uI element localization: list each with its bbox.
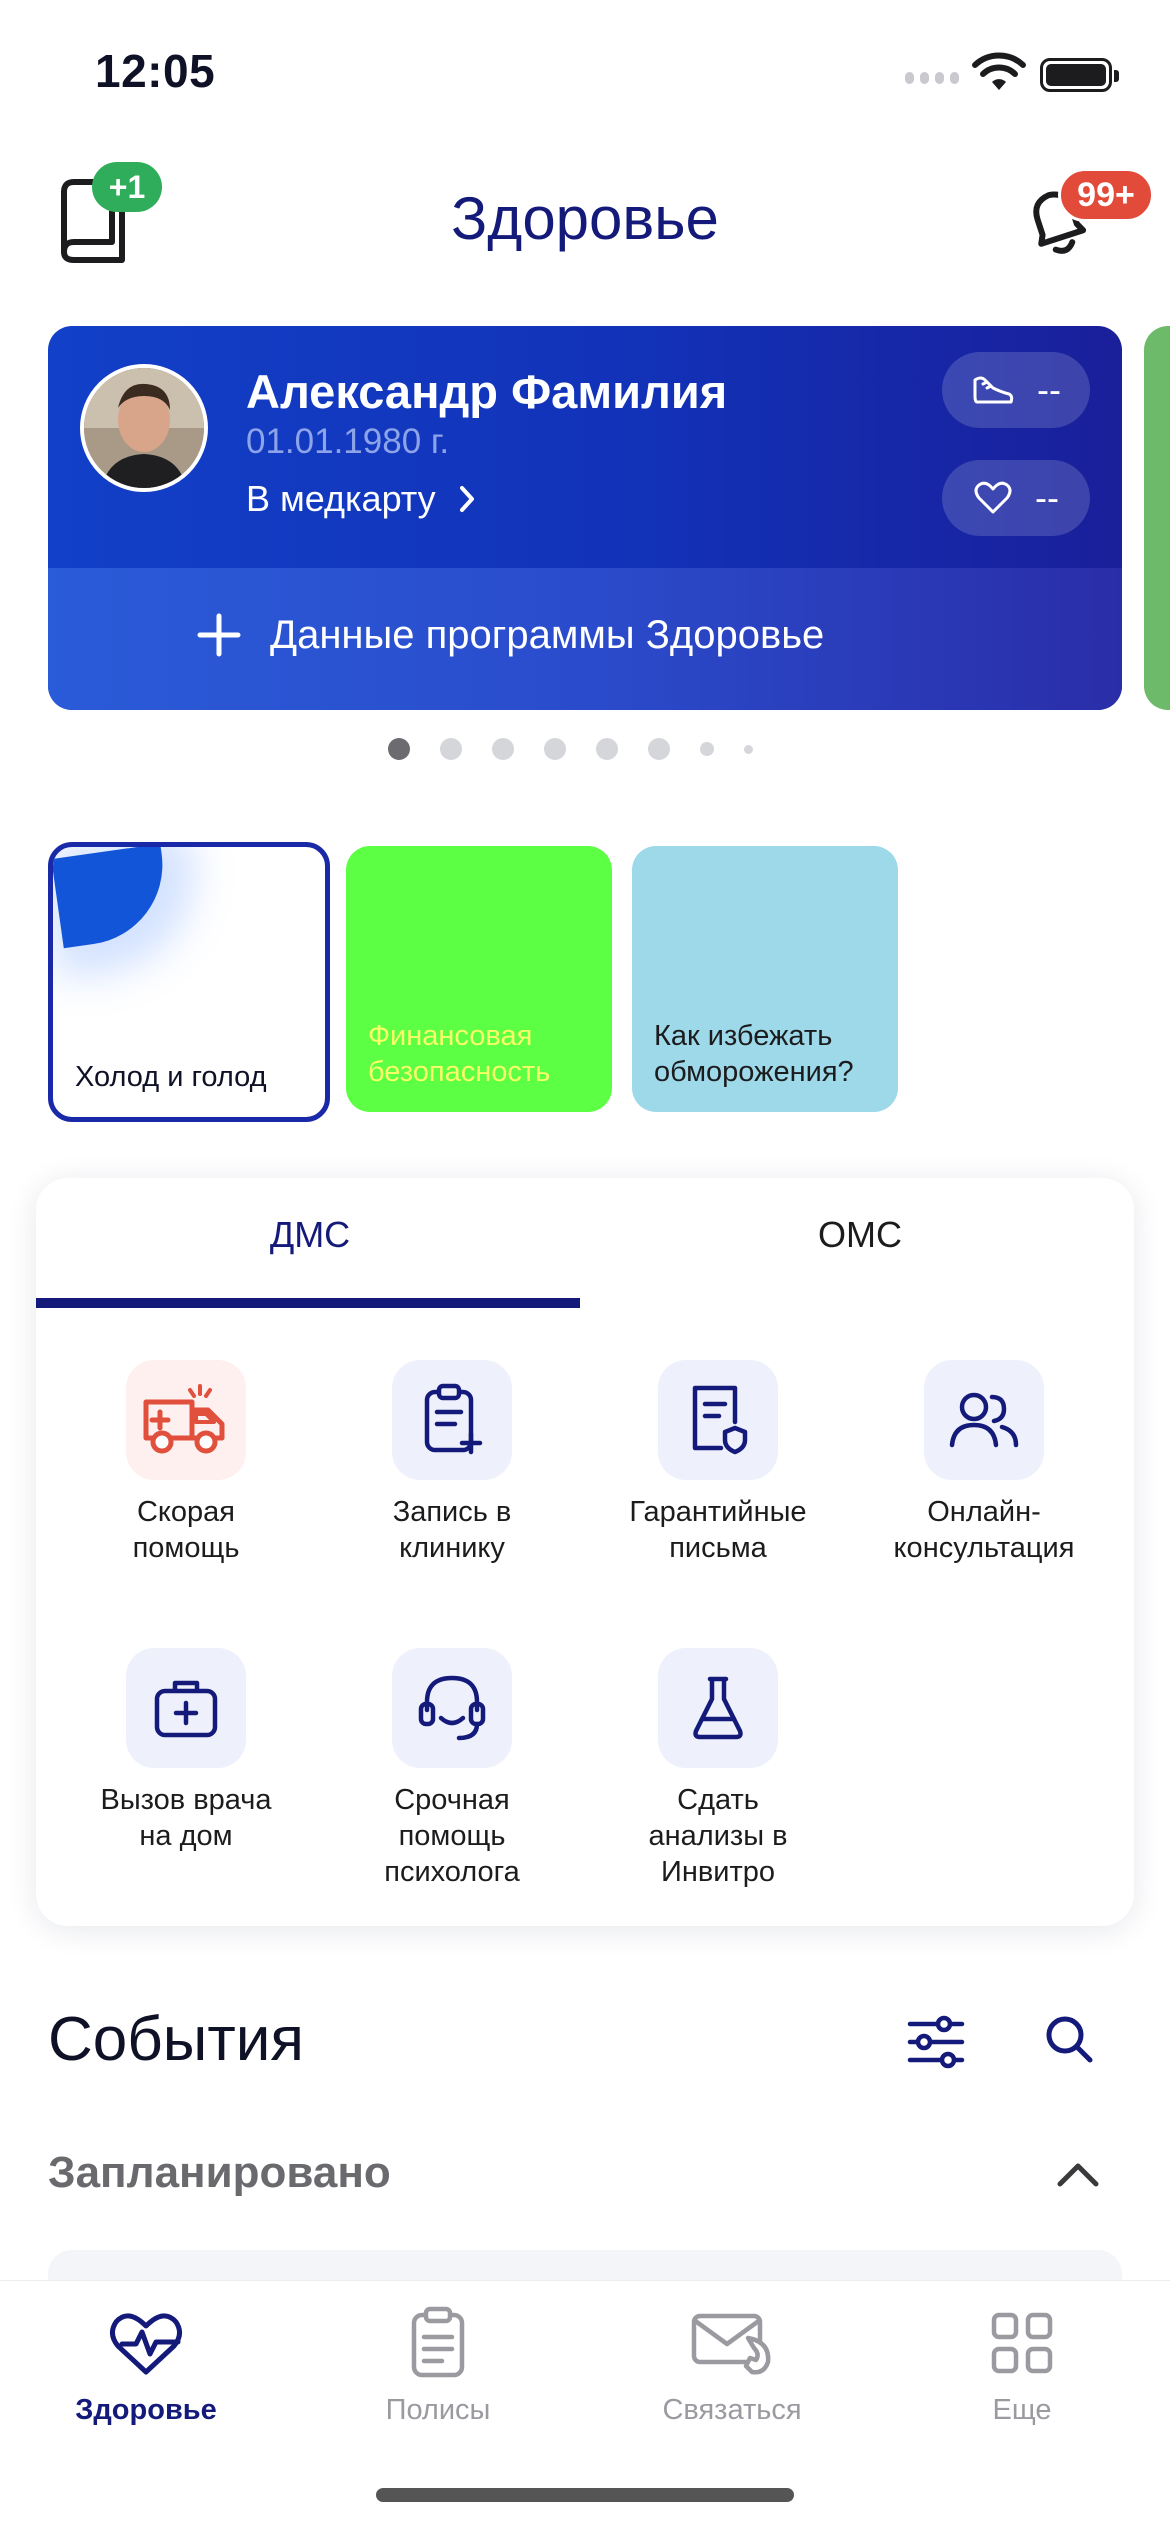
service-label: Сдать анализы в Инвитро bbox=[648, 1784, 788, 1888]
document-shield-icon bbox=[658, 1360, 778, 1480]
sliders-icon bbox=[907, 2015, 965, 2069]
chevron-up-icon bbox=[1057, 2163, 1099, 2187]
story-card[interactable]: Как избежать обморожения? bbox=[632, 846, 898, 1112]
next-card-peek[interactable] bbox=[1144, 326, 1170, 710]
wifi-icon bbox=[972, 52, 1026, 90]
service-label: Срочная помощь психолога bbox=[384, 1784, 520, 1888]
search-button[interactable] bbox=[1040, 2010, 1100, 2075]
user-name: Александр Фамилия bbox=[246, 365, 728, 418]
steps-metric[interactable]: -- bbox=[942, 352, 1090, 428]
grid-icon bbox=[991, 2312, 1053, 2374]
ambulance-icon bbox=[126, 1360, 246, 1480]
tab-oms[interactable]: ОМС bbox=[590, 1214, 1130, 1256]
cellular-signal-icon bbox=[905, 72, 959, 86]
story-caption: Холод и голод bbox=[75, 1061, 267, 1093]
battery-icon bbox=[1040, 58, 1119, 92]
page-dot[interactable] bbox=[440, 738, 462, 760]
heart-icon bbox=[974, 481, 1012, 514]
page-dot[interactable] bbox=[388, 738, 410, 760]
nav-policies[interactable]: Полисы bbox=[328, 2298, 548, 2427]
guarantee-letters-service[interactable]: Гарантийные письма bbox=[598, 1360, 838, 1566]
status-time: 12:05 bbox=[95, 45, 216, 97]
home-doctor-service[interactable]: Вызов врача на дом bbox=[66, 1648, 306, 1854]
plus-icon bbox=[197, 613, 241, 657]
avatar[interactable] bbox=[80, 364, 208, 492]
story-image bbox=[53, 847, 173, 949]
heart-pulse-icon bbox=[110, 2313, 182, 2375]
lab-tests-service[interactable]: Сдать анализы в Инвитро bbox=[598, 1648, 838, 1890]
page-dot[interactable] bbox=[544, 738, 566, 760]
clinic-appointment-service[interactable]: Запись в клинику bbox=[332, 1360, 572, 1566]
users-icon bbox=[924, 1360, 1044, 1480]
psychologist-service[interactable]: Срочная помощь психолога bbox=[332, 1648, 572, 1890]
service-label: Гарантийные письма bbox=[629, 1496, 807, 1564]
story-card[interactable]: Финансовая безопасность bbox=[346, 846, 612, 1112]
envelope-phone-icon bbox=[691, 2313, 771, 2375]
home-indicator[interactable] bbox=[376, 2488, 794, 2502]
story-card[interactable]: Холод и голод bbox=[48, 842, 330, 1122]
planned-section-title[interactable]: Запланировано bbox=[48, 2148, 391, 2198]
events-title: События bbox=[48, 2005, 304, 2074]
headset-icon bbox=[392, 1648, 512, 1768]
notifications-badge: 99+ bbox=[1058, 168, 1154, 222]
program-link-label: Данные программы Здоровье bbox=[270, 612, 825, 657]
filter-button[interactable] bbox=[904, 2010, 968, 2079]
program-data-button[interactable]: Данные программы Здоровье bbox=[196, 612, 824, 658]
heart-metric[interactable]: -- bbox=[942, 460, 1090, 536]
search-icon bbox=[1046, 2016, 1093, 2063]
medcard-link-label: В медкарту bbox=[246, 478, 436, 519]
service-label: Вызов врача на дом bbox=[100, 1784, 272, 1852]
nav-contact[interactable]: Связаться bbox=[622, 2298, 842, 2427]
page-dot[interactable] bbox=[744, 744, 753, 754]
chevron-right-icon bbox=[459, 486, 474, 512]
nav-label: Еще bbox=[992, 2394, 1052, 2426]
steps-value: -- bbox=[1037, 369, 1061, 410]
collapse-button[interactable] bbox=[1054, 2158, 1102, 2195]
clipboard-icon bbox=[411, 2306, 465, 2378]
carousel-pagination bbox=[388, 738, 753, 760]
flask-icon bbox=[658, 1648, 778, 1768]
page-dot[interactable] bbox=[492, 738, 514, 760]
page-title: Здоровье bbox=[451, 185, 719, 252]
ambulance-service[interactable]: Скорая помощь bbox=[66, 1360, 306, 1566]
user-dob: 01.01.1980 г. bbox=[246, 422, 450, 461]
story-caption: Финансовая безопасность bbox=[368, 1020, 551, 1088]
service-label: Скорая помощь bbox=[132, 1496, 240, 1564]
service-label: Онлайн-консультация bbox=[893, 1496, 1075, 1564]
online-consultation-service[interactable]: Онлайн-консультация bbox=[864, 1360, 1104, 1566]
nav-health[interactable]: Здоровье bbox=[36, 2298, 256, 2427]
medcard-link[interactable]: В медкарту bbox=[246, 478, 476, 520]
nav-label: Полисы bbox=[385, 2394, 491, 2426]
nav-more[interactable]: Еще bbox=[912, 2298, 1132, 2427]
page-dot[interactable] bbox=[596, 738, 618, 760]
nav-label: Здоровье bbox=[75, 2394, 217, 2426]
service-label: Запись в клинику bbox=[392, 1496, 512, 1564]
page-dot[interactable] bbox=[700, 742, 714, 756]
medkit-icon bbox=[126, 1648, 246, 1768]
sneaker-icon bbox=[973, 376, 1014, 404]
nav-label: Связаться bbox=[662, 2394, 802, 2426]
active-tab-indicator bbox=[36, 1298, 580, 1308]
person-photo bbox=[84, 368, 204, 488]
heart-value: -- bbox=[1035, 477, 1059, 518]
page-dot[interactable] bbox=[648, 738, 670, 760]
story-caption: Как избежать обморожения? bbox=[654, 1020, 854, 1088]
clipboard-add-icon bbox=[392, 1360, 512, 1480]
tab-dms[interactable]: ДМС bbox=[40, 1214, 580, 1256]
